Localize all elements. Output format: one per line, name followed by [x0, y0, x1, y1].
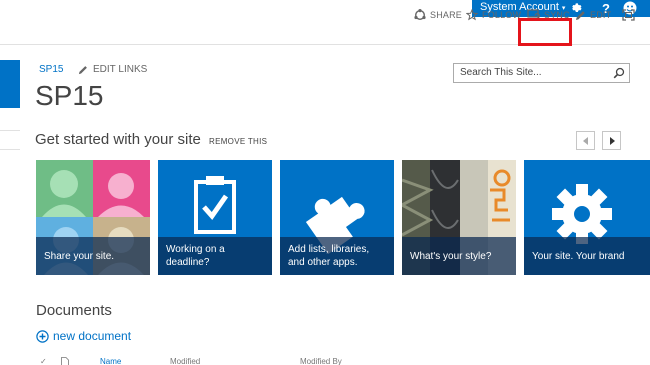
tile-deadline[interactable]: Working on a deadline?: [158, 160, 272, 275]
follow-button[interactable]: FOLLOW: [466, 7, 521, 23]
star-icon: [466, 9, 478, 21]
tile-caption: What's your style?: [402, 237, 516, 275]
plus-circle-icon: [36, 329, 49, 343]
sync-highlight-box: [518, 18, 572, 46]
left-nav-item[interactable]: [0, 130, 20, 150]
previous-button[interactable]: [576, 131, 595, 150]
tile-share-site[interactable]: Share your site.: [36, 160, 150, 275]
tile-caption: Your site. Your brand: [524, 237, 650, 275]
search-box[interactable]: Search This Site...: [453, 63, 630, 83]
pencil-icon: [576, 10, 585, 20]
new-document-button[interactable]: new document: [36, 329, 131, 343]
tile-caption: Add lists, libraries, and other apps.: [280, 237, 394, 275]
select-all-checkbox[interactable]: ✓: [40, 357, 47, 365]
share-icon: [414, 9, 426, 21]
get-started-heading: Get started with your site: [35, 131, 201, 148]
document-icon: [61, 357, 69, 365]
tile-style[interactable]: What's your style?: [402, 160, 516, 275]
share-button[interactable]: SHARE: [414, 7, 462, 23]
breadcrumb[interactable]: SP15: [39, 64, 63, 75]
remove-this-link[interactable]: REMOVE THIS: [209, 137, 267, 146]
tile-caption: Share your site.: [36, 237, 150, 275]
edit-links-label: EDIT LINKS: [93, 64, 148, 75]
focus-on-content-button[interactable]: [622, 7, 635, 23]
modified-column-header[interactable]: Modified: [170, 357, 200, 365]
modified-by-column-header[interactable]: Modified By: [300, 357, 342, 365]
tile-add-apps[interactable]: Add lists, libraries, and other apps.: [280, 160, 394, 275]
new-document-label: new document: [53, 329, 132, 343]
chevron-left-icon: [582, 136, 588, 145]
search-icon[interactable]: [613, 67, 625, 79]
edit-label: EDIT: [590, 10, 612, 20]
fullscreen-icon: [622, 9, 635, 21]
chevron-right-icon: [609, 136, 615, 145]
next-button[interactable]: [602, 131, 621, 150]
edit-links-button[interactable]: EDIT LINKS: [78, 64, 147, 75]
left-nav-tile[interactable]: [0, 60, 20, 108]
pencil-icon: [78, 65, 87, 74]
name-column-header[interactable]: Name: [100, 357, 121, 365]
tile-brand[interactable]: Your site. Your brand: [524, 160, 650, 275]
file-type-column-header[interactable]: [61, 357, 69, 365]
documents-heading[interactable]: Documents: [36, 302, 112, 319]
search-input[interactable]: Search This Site...: [460, 67, 542, 78]
edit-button[interactable]: EDIT: [575, 7, 611, 23]
tile-caption: Working on a deadline?: [158, 237, 272, 275]
share-label: SHARE: [430, 10, 463, 20]
page-title[interactable]: SP15: [35, 80, 104, 112]
follow-label: FOLLOW: [482, 10, 522, 20]
